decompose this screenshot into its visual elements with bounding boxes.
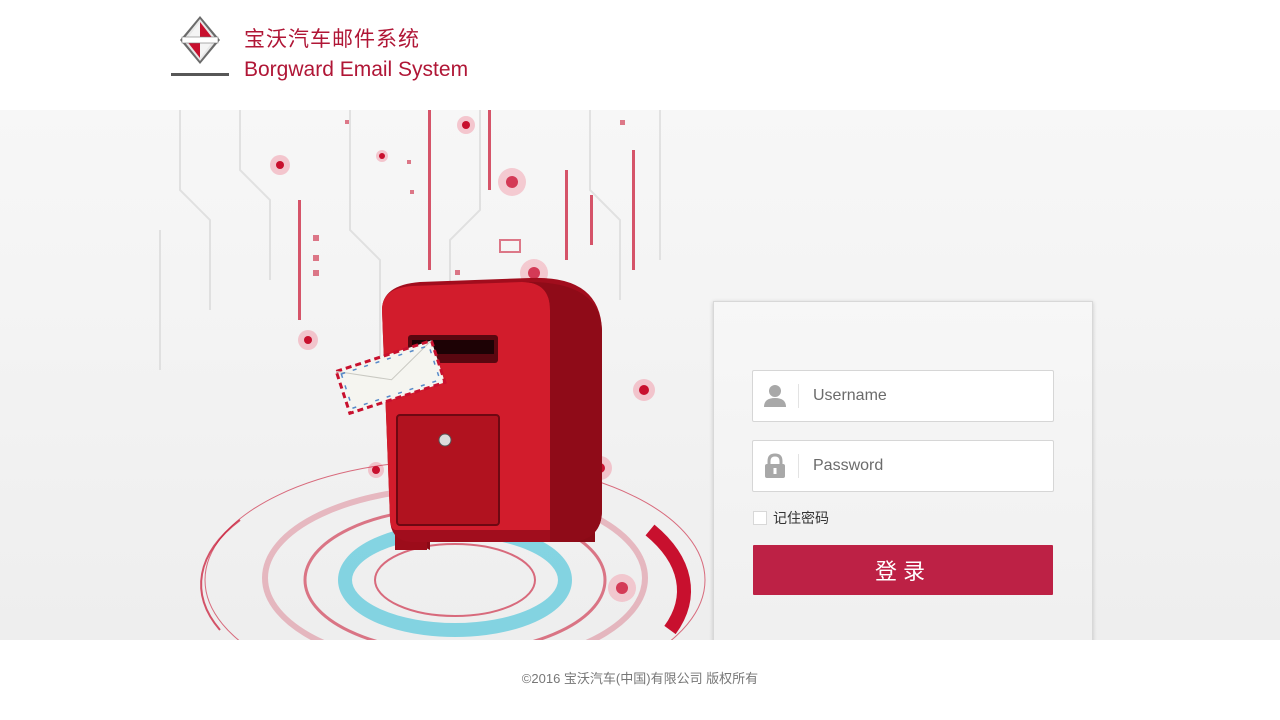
lock-icon (762, 453, 788, 479)
brand-title-cn: 宝沃汽车邮件系统 (244, 28, 420, 51)
password-input[interactable] (811, 441, 1045, 491)
copyright-text: ©2016 宝沃汽车(中国)有限公司 版权所有 (521, 671, 759, 686)
brand-title: 宝沃汽车邮件系统 Borgward Email System (244, 26, 468, 86)
field-separator (798, 454, 799, 478)
footer: ©2016 宝沃汽车(中国)有限公司 版权所有 (0, 640, 1280, 720)
remember-label[interactable]: 记住密码 (773, 508, 829, 528)
username-input[interactable] (811, 371, 1045, 421)
main-banner: 记住密码 登录 (0, 110, 1280, 640)
field-separator (798, 384, 799, 408)
username-field (752, 370, 1054, 422)
user-icon (762, 383, 788, 409)
login-panel: 记住密码 登录 (713, 301, 1093, 640)
header: 宝沃汽车邮件系统 Borgward Email System (0, 0, 1280, 110)
password-field (752, 440, 1054, 492)
brand-title-en: Borgward Email System (244, 58, 469, 81)
login-button[interactable]: 登录 (753, 545, 1053, 595)
remember-checkbox[interactable] (753, 511, 767, 525)
mailbox-illustration (150, 110, 710, 640)
remember-password[interactable]: 记住密码 (753, 509, 829, 527)
borgward-logo (168, 14, 232, 82)
